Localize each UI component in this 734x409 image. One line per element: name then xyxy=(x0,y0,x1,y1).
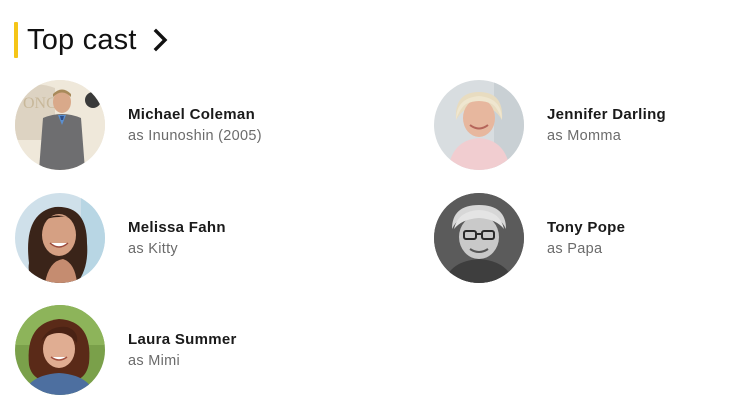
cast-item: Tony Pope as Papa xyxy=(434,193,734,283)
actor-name[interactable]: Tony Pope xyxy=(547,218,625,238)
top-cast-header-link[interactable]: Top cast xyxy=(14,22,171,58)
as-prefix: as xyxy=(547,127,563,144)
actor-photo[interactable] xyxy=(434,193,524,283)
cast-item: ONC Michael Coleman as Inunoshin (2005) xyxy=(15,80,345,170)
as-prefix: as xyxy=(128,127,144,144)
character-line: as Inunoshin (2005) xyxy=(128,126,262,146)
as-prefix: as xyxy=(128,240,144,257)
cast-item: Jennifer Darling as Momma xyxy=(434,80,734,170)
cast-text: Jennifer Darling as Momma xyxy=(547,105,666,146)
character-line: as Mimi xyxy=(128,351,237,371)
cast-item: Laura Summer as Mimi xyxy=(15,305,345,395)
actor-name[interactable]: Michael Coleman xyxy=(128,105,262,125)
character-line: as Kitty xyxy=(128,239,226,259)
actor-name[interactable]: Jennifer Darling xyxy=(547,105,666,125)
as-prefix: as xyxy=(547,240,563,257)
cast-text: Tony Pope as Papa xyxy=(547,218,625,259)
character-name[interactable]: Kitty xyxy=(148,241,178,257)
cast-text: Laura Summer as Mimi xyxy=(128,330,237,371)
as-prefix: as xyxy=(128,352,144,369)
cast-item: Melissa Fahn as Kitty xyxy=(15,193,345,283)
cast-text: Michael Coleman as Inunoshin (2005) xyxy=(128,105,262,146)
chevron-right-icon[interactable] xyxy=(151,28,171,52)
cast-text: Melissa Fahn as Kitty xyxy=(128,218,226,259)
actor-photo[interactable] xyxy=(15,305,105,395)
svg-text:ONC: ONC xyxy=(23,95,57,112)
top-cast-section: Top cast ONC Michael Coleman as Inunoshi… xyxy=(0,0,734,409)
actor-photo[interactable]: ONC xyxy=(15,80,105,170)
character-line: as Papa xyxy=(547,239,625,259)
actor-photo[interactable] xyxy=(434,80,524,170)
section-title: Top cast xyxy=(27,23,137,56)
actor-photo[interactable] xyxy=(15,193,105,283)
character-name[interactable]: Mimi xyxy=(148,353,180,369)
character-line: as Momma xyxy=(547,126,666,146)
actor-name[interactable]: Melissa Fahn xyxy=(128,218,226,238)
actor-name[interactable]: Laura Summer xyxy=(128,330,237,350)
character-name[interactable]: Inunoshin (2005) xyxy=(148,128,262,144)
character-name[interactable]: Momma xyxy=(567,128,621,144)
character-name[interactable]: Papa xyxy=(567,241,602,257)
accent-bar xyxy=(14,22,18,58)
